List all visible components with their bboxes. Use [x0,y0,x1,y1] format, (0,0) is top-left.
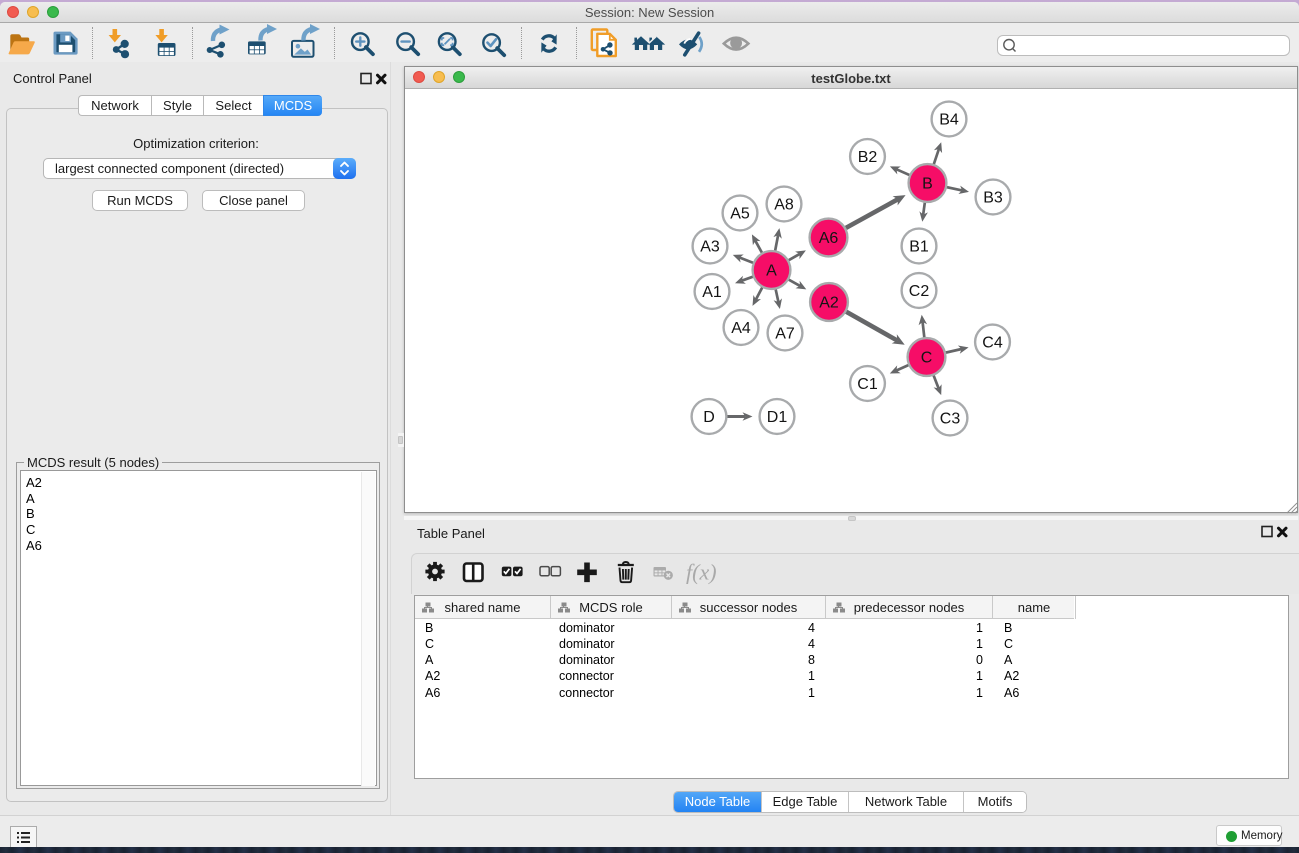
svg-text:A7: A7 [775,326,795,343]
svg-text:A2: A2 [819,295,839,312]
svg-text:A1: A1 [702,284,722,301]
svg-text:A8: A8 [774,197,794,214]
svg-text:B3: B3 [983,190,1003,207]
svg-text:B4: B4 [939,112,959,129]
svg-text:A: A [766,263,777,280]
svg-text:C3: C3 [940,411,961,428]
svg-text:C4: C4 [982,335,1003,352]
svg-text:D: D [703,409,715,426]
svg-text:C: C [921,350,933,367]
svg-text:D1: D1 [767,409,788,426]
svg-text:C2: C2 [909,283,930,300]
svg-text:B: B [922,176,933,193]
svg-text:C1: C1 [857,376,878,393]
svg-text:f(x): f(x) [686,560,717,585]
svg-text:A4: A4 [731,320,751,337]
svg-text:A6: A6 [819,230,839,247]
svg-text:B2: B2 [858,149,878,166]
svg-text:B1: B1 [909,239,929,256]
svg-text:A5: A5 [730,206,750,223]
svg-text:A3: A3 [700,239,720,256]
